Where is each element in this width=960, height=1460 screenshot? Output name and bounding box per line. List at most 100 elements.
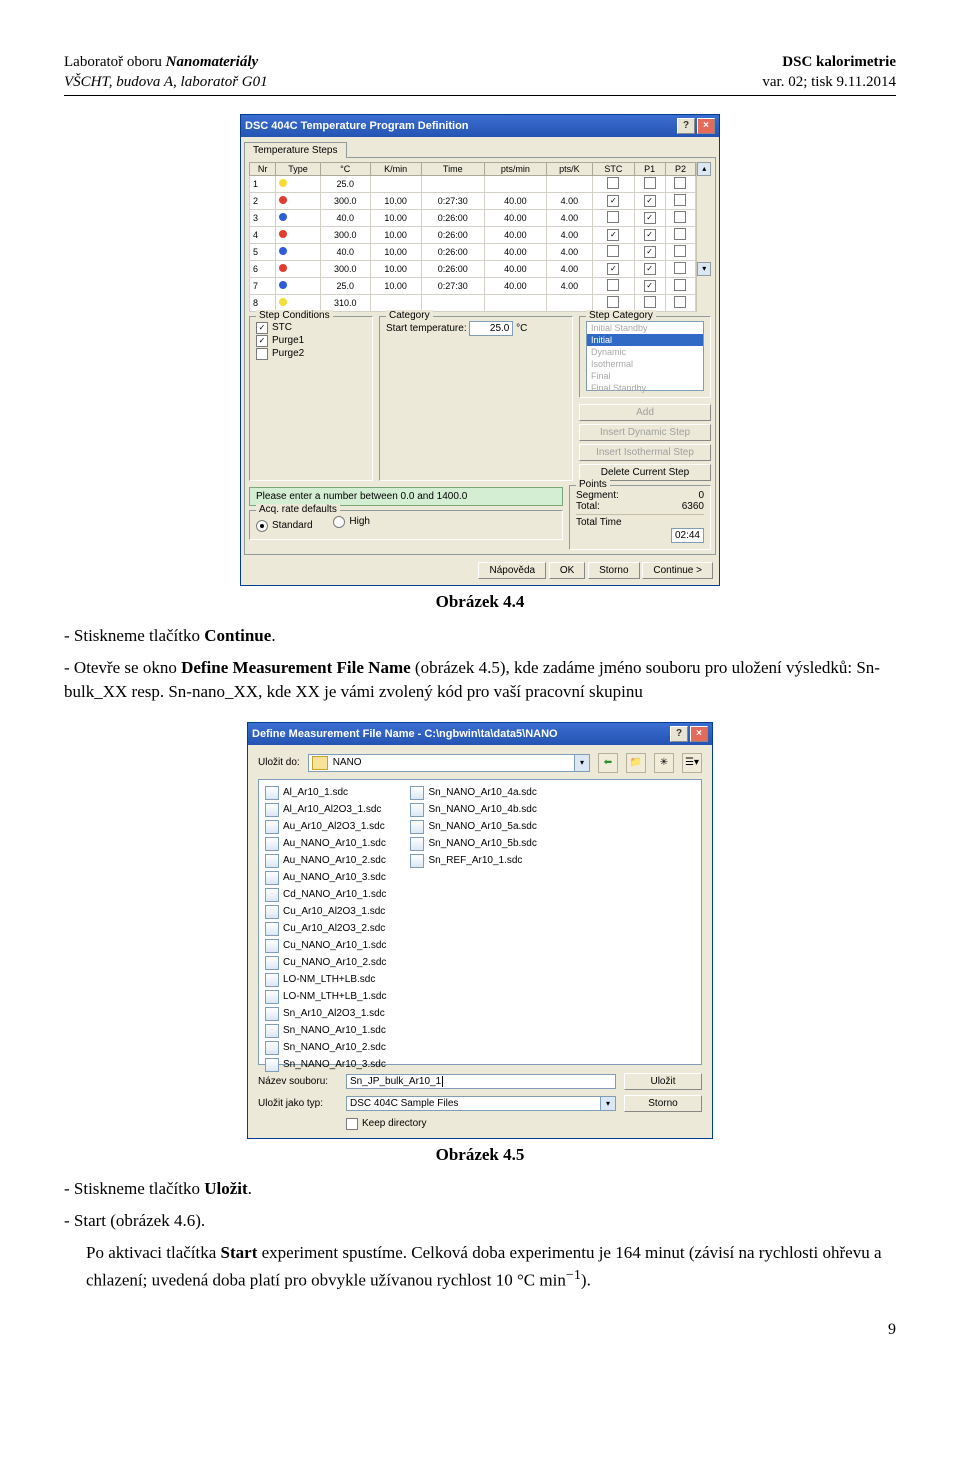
label: Acq. rate defaults <box>256 504 340 515</box>
list-item[interactable]: Final Standby <box>587 382 703 394</box>
file-item[interactable]: Sn_REF_Ar10_1.sdc <box>410 854 536 868</box>
file-item[interactable]: Sn_NANO_Ar10_4a.sdc <box>410 786 536 800</box>
list-item[interactable]: Initial <box>587 334 703 346</box>
keep-dir-checkbox[interactable] <box>346 1118 358 1130</box>
storno-button[interactable]: Storno <box>588 562 639 579</box>
file-item[interactable]: Sn_NANO_Ar10_4b.sdc <box>410 803 536 817</box>
checkbox[interactable] <box>644 229 656 241</box>
checkbox[interactable] <box>674 177 686 189</box>
file-item[interactable]: Au_Ar10_Al2O3_1.sdc <box>265 820 386 834</box>
close-icon[interactable]: × <box>697 118 715 134</box>
file-item[interactable]: Al_Ar10_1.sdc <box>265 786 386 800</box>
checkbox[interactable] <box>256 335 268 347</box>
checkbox[interactable] <box>607 211 619 223</box>
add-button[interactable]: Add <box>579 404 711 421</box>
table-row[interactable]: 4300.010.000:26:0040.004.00 <box>250 226 696 243</box>
checkbox[interactable] <box>644 296 656 308</box>
radio-high[interactable] <box>333 516 345 528</box>
insert-isothermal-button[interactable]: Insert Isothermal Step <box>579 444 711 461</box>
cancel-button[interactable]: Storno <box>624 1095 702 1112</box>
table-row[interactable]: 2300.010.000:27:3040.004.00 <box>250 192 696 209</box>
table-row[interactable]: 125.0 <box>250 175 696 192</box>
list-item[interactable]: Isothermal <box>587 358 703 370</box>
checkbox[interactable] <box>256 348 268 360</box>
radio-standard[interactable] <box>256 520 268 532</box>
checkbox[interactable] <box>607 279 619 291</box>
checkbox[interactable] <box>644 195 656 207</box>
views-icon[interactable]: ☰▾ <box>682 753 702 773</box>
insert-dynamic-button[interactable]: Insert Dynamic Step <box>579 424 711 441</box>
checkbox[interactable] <box>607 177 619 189</box>
file-item[interactable]: Sn_NANO_Ar10_5b.sdc <box>410 837 536 851</box>
file-list[interactable]: Al_Ar10_1.sdc Al_Ar10_Al2O3_1.sdc Au_Ar10_… <box>258 779 702 1065</box>
start-temp-input[interactable]: 25.0 <box>469 321 513 336</box>
checkbox[interactable] <box>674 279 686 291</box>
checkbox[interactable] <box>674 194 686 206</box>
file-item[interactable]: Al_Ar10_Al2O3_1.sdc <box>265 803 386 817</box>
file-item[interactable]: Cu_NANO_Ar10_2.sdc <box>265 956 386 970</box>
file-item[interactable]: Sn_NANO_Ar10_3.sdc <box>265 1058 386 1072</box>
checkbox[interactable] <box>607 195 619 207</box>
tab-temp-steps[interactable]: Temperature Steps <box>244 142 347 158</box>
checkbox[interactable] <box>256 322 268 334</box>
file-item[interactable]: Sn_Ar10_Al2O3_1.sdc <box>265 1007 386 1021</box>
checkbox[interactable] <box>644 212 656 224</box>
help-button[interactable]: Nápověda <box>478 562 546 579</box>
checkbox[interactable] <box>607 229 619 241</box>
file-item[interactable]: Sn_NANO_Ar10_5a.sdc <box>410 820 536 834</box>
help-icon[interactable]: ? <box>670 726 688 742</box>
file-item[interactable]: Cu_Ar10_Al2O3_1.sdc <box>265 905 386 919</box>
filetype-combo[interactable]: DSC 404C Sample Files ▾ <box>346 1096 616 1111</box>
checkbox[interactable] <box>644 177 656 189</box>
checkbox[interactable] <box>607 245 619 257</box>
save-in-combo[interactable]: NANO ▾ <box>308 754 590 772</box>
checkbox[interactable] <box>674 245 686 257</box>
file-item[interactable]: Sn_NANO_Ar10_2.sdc <box>265 1041 386 1055</box>
list-item[interactable]: Final <box>587 370 703 382</box>
file-item[interactable]: Sn_NANO_Ar10_1.sdc <box>265 1024 386 1038</box>
file-item[interactable]: Cu_Ar10_Al2O3_2.sdc <box>265 922 386 936</box>
titlebar[interactable]: DSC 404C Temperature Program Definition … <box>241 115 719 137</box>
save-button[interactable]: Uložit <box>624 1073 702 1090</box>
chevron-down-icon[interactable]: ▾ <box>600 1096 616 1111</box>
list-item[interactable]: Initial Standby <box>587 322 703 334</box>
file-icon <box>265 854 279 868</box>
table-row[interactable]: 8310.0 <box>250 294 696 311</box>
table-row[interactable]: 540.010.000:26:0040.004.00 <box>250 243 696 260</box>
ok-button[interactable]: OK <box>549 562 585 579</box>
up-folder-icon[interactable]: 📁 <box>626 753 646 773</box>
table-row[interactable]: 725.010.000:27:3040.004.00 <box>250 277 696 294</box>
chevron-down-icon[interactable]: ▾ <box>574 754 590 772</box>
filename-input[interactable]: Sn_JP_bulk_Ar10_1 <box>346 1074 616 1089</box>
table-row[interactable]: 340.010.000:26:0040.004.00 <box>250 209 696 226</box>
unit-label: °C <box>516 323 527 334</box>
scroll-down-icon[interactable]: ▾ <box>697 262 711 276</box>
titlebar[interactable]: Define Measurement File Name - C:\ngbwin… <box>248 723 712 745</box>
file-item[interactable]: Cu_NANO_Ar10_1.sdc <box>265 939 386 953</box>
checkbox[interactable] <box>607 296 619 308</box>
back-icon[interactable]: ⬅ <box>598 753 618 773</box>
step-category-list[interactable]: Initial StandbyInitialDynamicIsothermalF… <box>586 321 704 391</box>
checkbox[interactable] <box>644 280 656 292</box>
checkbox[interactable] <box>674 211 686 223</box>
checkbox[interactable] <box>644 246 656 258</box>
scroll-up-icon[interactable]: ▴ <box>697 162 711 176</box>
checkbox[interactable] <box>644 263 656 275</box>
file-item[interactable]: Au_NANO_Ar10_1.sdc <box>265 837 386 851</box>
checkbox[interactable] <box>674 262 686 274</box>
checkbox[interactable] <box>674 296 686 308</box>
close-icon[interactable]: × <box>690 726 708 742</box>
scrollbar[interactable]: ▴ ▾ <box>696 162 711 312</box>
file-item[interactable]: Au_NANO_Ar10_2.sdc <box>265 854 386 868</box>
file-item[interactable]: Au_NANO_Ar10_3.sdc <box>265 871 386 885</box>
file-item[interactable]: Cd_NANO_Ar10_1.sdc <box>265 888 386 902</box>
table-row[interactable]: 6300.010.000:26:0040.004.00 <box>250 260 696 277</box>
checkbox[interactable] <box>674 228 686 240</box>
new-folder-icon[interactable]: ✳ <box>654 753 674 773</box>
list-item[interactable]: Dynamic <box>587 346 703 358</box>
file-item[interactable]: LO-NM_LTH+LB_1.sdc <box>265 990 386 1004</box>
checkbox[interactable] <box>607 263 619 275</box>
help-icon[interactable]: ? <box>677 118 695 134</box>
continue-button[interactable]: Continue > <box>642 562 713 579</box>
file-item[interactable]: LO-NM_LTH+LB.sdc <box>265 973 386 987</box>
